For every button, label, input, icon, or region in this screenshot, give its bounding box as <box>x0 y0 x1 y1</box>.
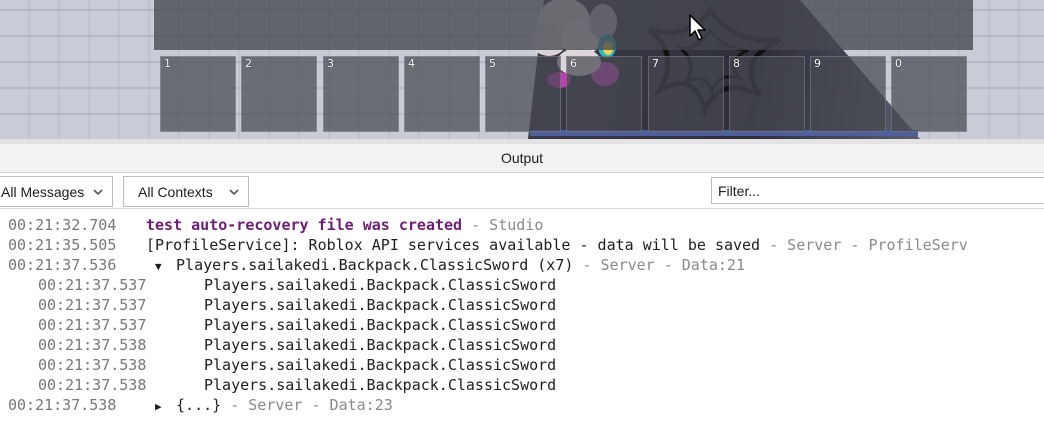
log-source: - Studio <box>462 216 544 234</box>
log-text: Players.sailakedi.Backpack.ClassicSword <box>204 356 557 374</box>
log-row[interactable]: 00:21:32.704 test auto-recovery file was… <box>0 215 1044 235</box>
log-source: - Server - Data:21 <box>573 256 745 274</box>
slot-number: 9 <box>814 57 821 70</box>
log-child-row[interactable]: 00:21:37.537 Players.sailakedi.Backpack.… <box>0 315 1044 335</box>
hotbar-slot-9[interactable]: 9 <box>810 56 886 132</box>
studio-message-text: test auto-recovery file was created <box>146 216 463 234</box>
panel-title: Output <box>500 150 544 166</box>
chevron-down-icon <box>229 189 239 196</box>
log-child-row[interactable]: 00:21:37.538 Players.sailakedi.Backpack.… <box>0 335 1044 355</box>
hotbar-slot-6[interactable]: 6 <box>566 56 642 132</box>
dropdown-value: All Contexts <box>138 183 213 200</box>
log-text: Players.sailakedi.Backpack.ClassicSword <box>204 316 557 334</box>
log-group-row[interactable]: 00:21:37.538 ▶ {...} - Server - Data:23 <box>0 395 1044 415</box>
hotbar-slot-7[interactable]: 7 <box>648 56 724 132</box>
hotbar-slot-8[interactable]: 8 <box>729 56 805 132</box>
log-text: Players.sailakedi.Backpack.ClassicSword <box>204 376 557 394</box>
slot-number: 1 <box>164 57 171 70</box>
slot-number: 5 <box>489 57 496 70</box>
slot-number: 2 <box>245 57 252 70</box>
dropdown-value: All Messages <box>1 183 85 200</box>
message-type-dropdown[interactable]: All Messages <box>0 176 113 207</box>
log-text: Players.sailakedi.Backpack.ClassicSword <box>204 336 557 354</box>
chevron-down-icon <box>93 189 103 196</box>
log-child-row[interactable]: 00:21:37.538 Players.sailakedi.Backpack.… <box>0 375 1044 395</box>
log-timestamp: 00:21:37.537 <box>38 276 147 294</box>
hotbar-slot-3[interactable]: 3 <box>323 56 399 132</box>
hotbar-slot-4[interactable]: 4 <box>404 56 480 132</box>
game-viewport[interactable]: 1 2 3 4 5 6 7 8 9 0 <box>0 0 1044 139</box>
collapse-triangle-icon[interactable]: ▼ <box>155 257 167 277</box>
log-message: ▶ {...} - Server - Data:23 <box>155 395 393 417</box>
log-group-row[interactable]: 00:21:37.536 ▼ Players.sailakedi.Backpac… <box>0 255 1044 275</box>
slot-number: 3 <box>327 57 334 70</box>
hotbar-slot-5[interactable]: 5 <box>485 56 561 132</box>
log-child-row[interactable]: 00:21:37.537 Players.sailakedi.Backpack.… <box>0 295 1044 315</box>
hotbar-backdrop <box>154 0 973 50</box>
slot-number: 7 <box>652 57 659 70</box>
log-timestamp: 00:21:35.505 <box>8 236 117 254</box>
output-panel: Output All Messages All Contexts 00:21:3… <box>0 139 1044 443</box>
log-message: ▼ Players.sailakedi.Backpack.ClassicSwor… <box>155 255 745 277</box>
slot-number: 8 <box>733 57 740 70</box>
log-text: [ProfileService]: Roblox API services av… <box>146 236 761 254</box>
log-timestamp: 00:21:37.538 <box>8 396 117 414</box>
log-text: Players.sailakedi.Backpack.ClassicSword <box>204 296 557 314</box>
expand-triangle-icon[interactable]: ▶ <box>155 397 167 417</box>
output-titlebar[interactable]: Output <box>0 139 1044 173</box>
log-message: test auto-recovery file was created - St… <box>146 215 543 235</box>
log-text: {...} <box>176 396 222 414</box>
log-timestamp: 00:21:37.538 <box>38 356 147 374</box>
log-timestamp: 00:21:37.536 <box>8 256 117 274</box>
log-message: [ProfileService]: Roblox API services av… <box>146 235 968 255</box>
log-source: - Server - ProfileServ <box>760 236 968 254</box>
hotbar-slot-2[interactable]: 2 <box>241 56 317 132</box>
log-timestamp: 00:21:37.537 <box>38 296 147 314</box>
slot-number: 6 <box>570 57 577 70</box>
log-timestamp: 00:21:37.538 <box>38 376 147 394</box>
log-child-row[interactable]: 00:21:37.537 Players.sailakedi.Backpack.… <box>0 275 1044 295</box>
hotbar-slot-0[interactable]: 0 <box>891 56 967 132</box>
log-timestamp: 00:21:37.538 <box>38 336 147 354</box>
log-text: Players.sailakedi.Backpack.ClassicSword <box>204 276 557 294</box>
output-toolbar: All Messages All Contexts <box>0 173 1044 209</box>
context-dropdown[interactable]: All Contexts <box>123 176 249 207</box>
log-timestamp: 00:21:37.537 <box>38 316 147 334</box>
log-row[interactable]: 00:21:35.505 [ProfileService]: Roblox AP… <box>0 235 1044 255</box>
hotbar-slot-1[interactable]: 1 <box>160 56 236 132</box>
log-timestamp: 00:21:32.704 <box>8 216 117 234</box>
mouse-cursor-icon <box>689 14 706 41</box>
log-text: Players.sailakedi.Backpack.ClassicSword … <box>176 256 574 274</box>
output-log[interactable]: 00:21:32.704 test auto-recovery file was… <box>0 215 1044 415</box>
slot-number: 4 <box>408 57 415 70</box>
log-child-row[interactable]: 00:21:37.538 Players.sailakedi.Backpack.… <box>0 355 1044 375</box>
log-source: - Server - Data:23 <box>221 396 393 414</box>
filter-input[interactable] <box>711 177 1044 204</box>
slot-number: 0 <box>895 57 902 70</box>
